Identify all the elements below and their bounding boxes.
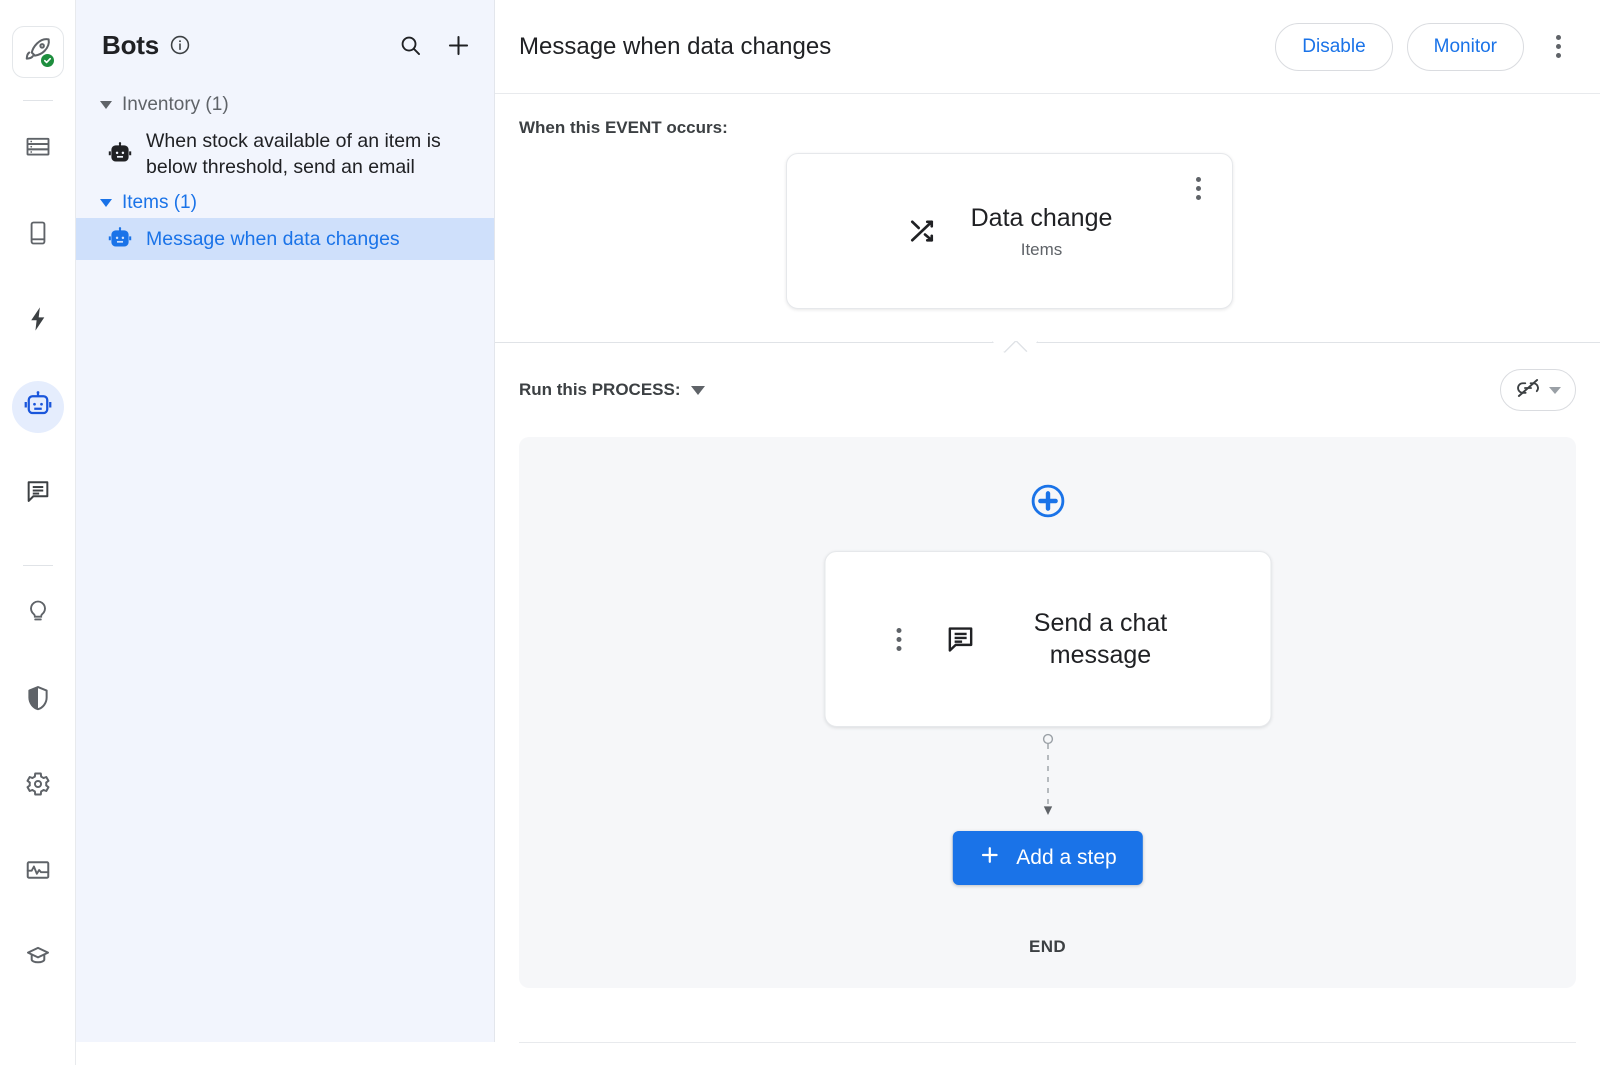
list-item-selected[interactable]: Message when data changes [76,218,494,260]
event-card[interactable]: Data change Items [786,153,1233,309]
process-end-label: END [519,937,1576,957]
plus-icon [978,844,1000,872]
info-icon[interactable] [169,34,191,56]
add-step-button[interactable]: Add a step [952,831,1142,885]
page-title: Bots [102,30,159,61]
rail-item-settings[interactable] [12,760,64,812]
monitor-button[interactable]: Monitor [1407,23,1524,71]
database-icon [24,133,52,166]
bots-panel-header: Bots [76,0,494,90]
event-card-subtitle: Items [971,240,1113,260]
left-icon-rail [0,0,76,1065]
robot-icon [23,390,53,425]
process-label-row: Run this PROCESS: [519,380,705,400]
link-off-icon [1515,375,1541,406]
chat-message-icon [24,477,52,510]
process-section-label: Run this PROCESS: [519,380,681,400]
main-content: Message when data changes Disable Monito… [495,0,1600,1065]
monitor-activity-icon [24,856,52,889]
graduation-cap-icon [24,942,52,975]
add-step-label: Add a step [1016,846,1116,870]
process-header: Run this PROCESS: [519,369,1576,411]
list-item[interactable]: When stock available of an item is below… [76,120,494,188]
shield-icon [24,684,52,717]
event-card-title: Data change [971,202,1113,234]
bots-panel: Bots [76,0,495,1042]
event-card-body: Data change Items [881,202,1139,260]
shuffle-icon [907,216,937,246]
lightbulb-icon [24,598,52,631]
rail-item-database[interactable] [12,123,64,175]
bot-group-items[interactable]: Items (1) [76,188,494,218]
process-canvas: Send a chat message [519,437,1576,988]
caret-down-icon[interactable] [691,386,705,395]
search-icon[interactable] [398,33,423,58]
bottom-divider [519,1042,1576,1043]
rail-item-messages[interactable] [12,467,64,519]
rail-item-ideas[interactable] [12,588,64,640]
main-header-actions: Disable Monitor [1275,23,1578,71]
rail-item-bots[interactable] [12,381,64,433]
step-card-texts: Send a chat message [1011,607,1191,671]
rail-item-monitoring[interactable] [12,846,64,898]
link-off-toggle-button[interactable] [1500,369,1576,411]
process-step-card[interactable]: Send a chat message [824,551,1271,727]
chevron-down-icon [1549,387,1561,394]
rail-divider-bottom [23,565,53,566]
rail-item-learn[interactable] [12,932,64,984]
robot-icon [106,141,134,167]
rail-item-automations[interactable] [12,295,64,347]
gear-icon [24,770,52,803]
bot-group-inventory[interactable]: Inventory (1) [76,90,494,120]
plus-icon[interactable] [445,32,472,59]
mobile-device-icon [24,219,52,252]
rail-item-security[interactable] [12,674,64,726]
event-card-texts: Data change Items [971,202,1113,260]
step-connector-arrow [1037,733,1059,819]
chat-message-icon [945,623,977,655]
list-item-label: When stock available of an item is below… [146,128,480,180]
step-card-title: Send a chat message [1011,607,1191,671]
robot-icon [106,226,134,252]
list-item-label: Message when data changes [146,226,400,252]
event-section-label: When this EVENT occurs: [519,118,1576,138]
kebab-menu-icon[interactable] [1538,25,1578,69]
caret-down-icon [100,101,112,109]
kebab-menu-icon[interactable] [879,617,919,661]
app-root: Bots [0,0,1600,1065]
rail-item-mobile-device[interactable] [12,209,64,261]
disable-button[interactable]: Disable [1275,23,1392,71]
bots-panel-actions [398,32,472,59]
process-section: Run this PROCESS: [495,343,1600,1065]
lightning-bolt-icon [24,305,52,338]
kebab-menu-icon[interactable] [1178,166,1218,210]
rail-item-rocket-launch[interactable] [12,26,64,78]
main-header: Message when data changes Disable Monito… [495,0,1600,94]
event-section: When this EVENT occurs: Data [495,94,1600,342]
rail-divider-top [23,100,53,101]
caret-down-icon [100,199,112,207]
add-circle-icon[interactable] [1028,481,1068,521]
bot-group-label: Items (1) [122,192,197,214]
status-check-badge [41,54,54,67]
bot-group-label: Inventory (1) [122,94,229,116]
step-card-body: Send a chat message [919,607,1217,671]
bot-title: Message when data changes [519,33,831,61]
